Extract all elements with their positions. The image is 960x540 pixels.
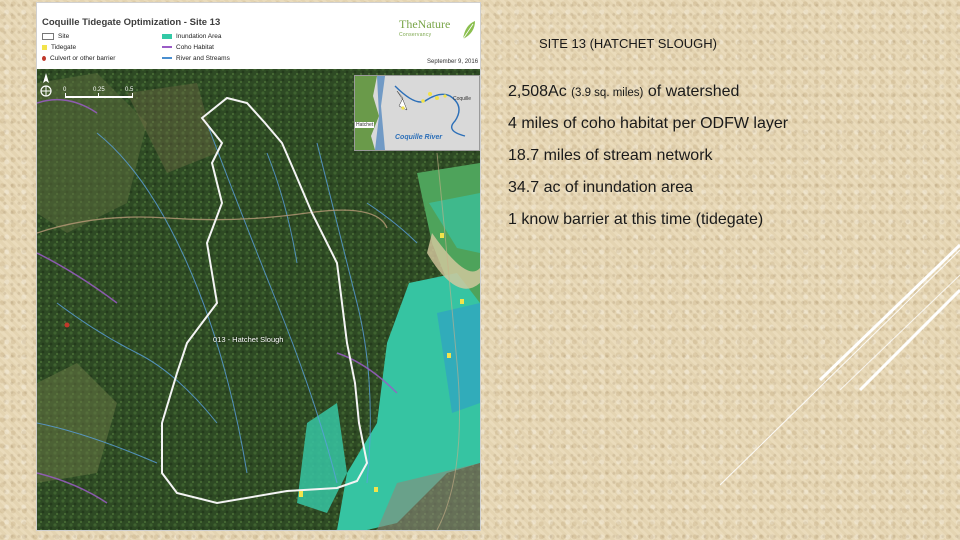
inset-right-label: Coquille [453,96,472,102]
slide: Coquille Tidegate Optimization - Site 13… [0,0,960,540]
tidegate-swatch-icon [42,44,47,50]
culvert-swatch-icon [42,55,46,61]
decorative-lines [720,243,960,486]
river-swatch-icon [162,57,172,60]
map-title: Coquille Tidegate Optimization - Site 13 [42,17,221,28]
legend-inundation: Inundation Area [162,33,222,40]
map-date: September 9, 2016 [427,59,479,65]
fact-inundation: 34.7 ac of inundation area [508,179,694,196]
fact-barrier: 1 know barrier at this time (tidegate) [508,211,764,228]
inundation-swatch-icon [162,33,172,39]
site-map: Coquille Tidegate Optimization - Site 13… [36,2,481,531]
slide-title: SITE 13 (HATCHET SLOUGH) [539,36,717,51]
coho-swatch-icon [162,46,172,49]
north-arrow-icon [40,73,52,97]
site-swatch-icon [42,33,54,40]
legend-rivers: River and Streams [162,55,230,62]
fact-stream-network: 18.7 miles of stream network [508,147,713,164]
locator-inset-map: Coquille River Hatchet Coquille [354,75,480,151]
site-label: 013 - Hatchet Slough [213,335,284,344]
scale-bar: 0 0.25 0.5 [63,87,183,101]
inset-left-label: Hatchet [355,122,375,128]
nature-conservancy-logo: TheNature Conservancy [399,17,477,43]
inset-river-label: Coquille River [395,134,443,141]
fact-coho-habitat: 4 miles of coho habitat per ODFW layer [508,115,789,132]
legend-culvert: Culvert or other barrier [42,55,115,62]
fact-acreage: 2,508Ac (3.9 sq. miles) of watershed [508,83,740,100]
legend-coho: Coho Habitat [162,44,214,51]
legend-site: Site [42,33,69,40]
legend-tidegate: Tidegate [42,44,76,51]
leaf-icon [462,21,475,40]
map-legend: Coquille Tidegate Optimization - Site 13… [37,3,480,69]
